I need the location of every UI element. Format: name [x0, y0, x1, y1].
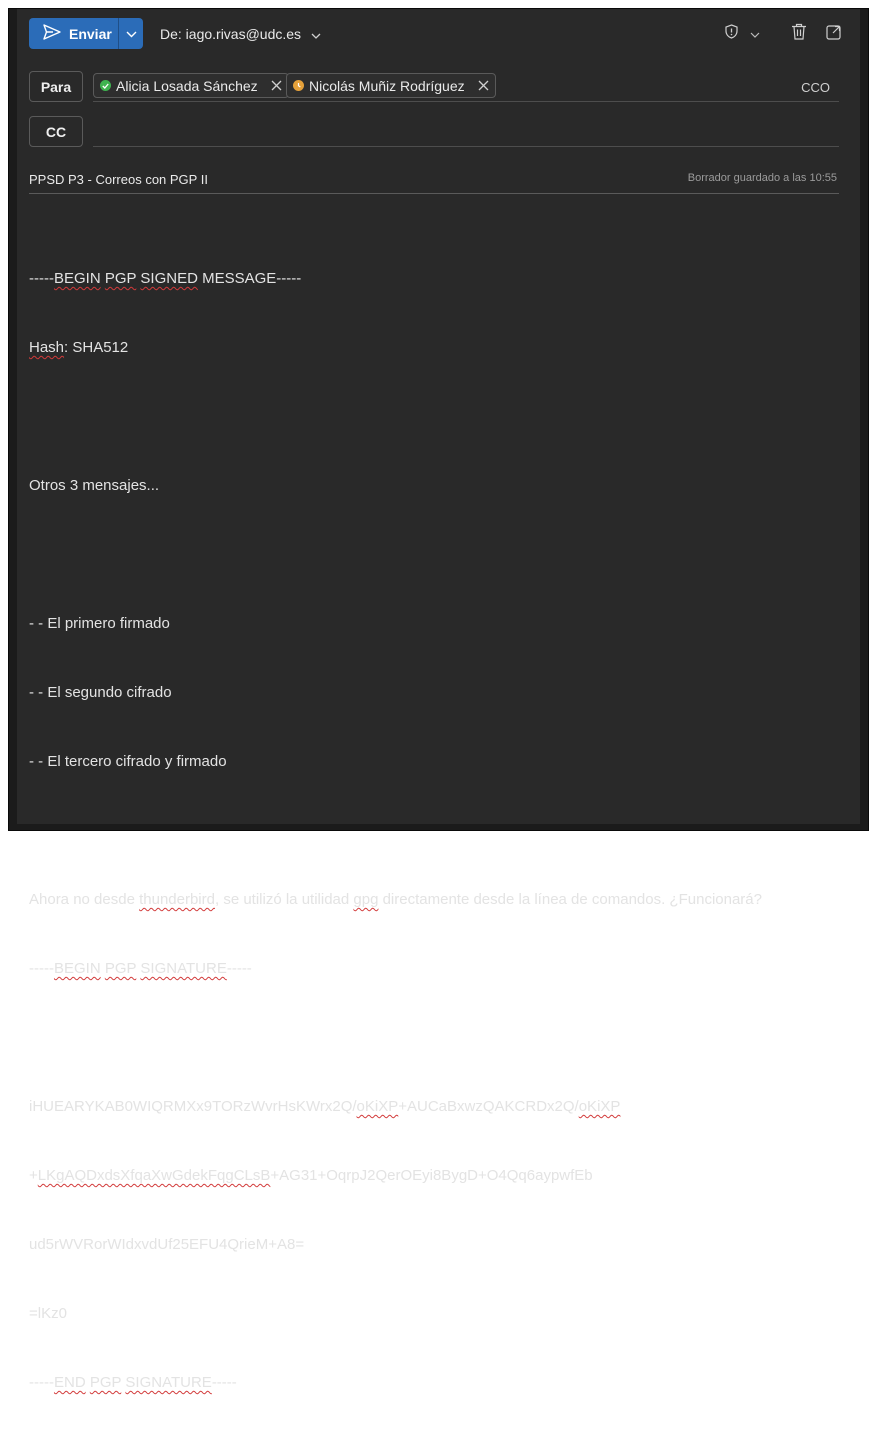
misspelled-word: oKiXP — [356, 1098, 399, 1115]
misspelled-word: SIGNED — [140, 270, 198, 287]
send-icon — [43, 24, 61, 43]
chevron-down-icon — [750, 25, 760, 43]
body-text: Ahora no desde — [29, 891, 140, 908]
remove-recipient-button[interactable] — [478, 80, 489, 91]
subject-underline — [29, 193, 839, 194]
body-line-empty — [29, 1026, 839, 1049]
misspelled-word: SIGNATURE — [125, 1374, 212, 1391]
to-button[interactable]: Para — [29, 71, 83, 102]
recipient-chip[interactable]: Nicolás Muñiz Rodríguez — [286, 73, 496, 98]
popout-button[interactable] — [824, 23, 844, 45]
body-line-empty — [29, 819, 839, 842]
misspelled-word: END — [53, 1374, 86, 1391]
recipient-chip[interactable]: Alicia Losada Sánchez — [93, 73, 289, 98]
misspelled-word: PGP — [104, 960, 137, 977]
body-line: Otros 3 mensajes... — [29, 477, 160, 494]
from-selector[interactable]: De: iago.rivas@udc.es — [160, 26, 321, 42]
misspelled-word: PGP — [104, 270, 137, 287]
from-label: De: iago.rivas@udc.es — [160, 26, 302, 42]
body-text: ----- — [29, 1374, 54, 1391]
misspelled-word: LKgAQDxdsXfqaXwGdekFqgCLsB — [37, 1167, 271, 1184]
body-text: ----- — [276, 270, 302, 287]
misspelled-word: thunderbird — [139, 891, 215, 908]
misspelled-word: BEGIN — [53, 960, 101, 977]
body-line: - - El segundo cifrado — [29, 684, 172, 701]
body-text: +AG31+OqrpJ2QerOEyi8BygD+O4Qq6aypwfEb — [270, 1167, 593, 1184]
send-label: Enviar — [69, 25, 112, 42]
chevron-down-icon — [311, 26, 321, 42]
body-text: ----- — [29, 960, 54, 977]
discard-button[interactable] — [788, 23, 810, 45]
body-line: - - El tercero cifrado y firmado — [29, 753, 227, 770]
body-text: ----- — [226, 960, 252, 977]
body-text: : SHA512 — [64, 339, 129, 356]
body-line: Ahora no desde thunderbird, se utilizó l… — [29, 888, 839, 911]
misspelled-word: PGP — [89, 1374, 122, 1391]
body-text: iHUEARYKAB0WIQRMXx9TORzWvrHsKWrx2Q/ — [29, 1098, 357, 1115]
subject-input[interactable]: PPSD P3 - Correos con PGP II — [29, 172, 208, 187]
compose-toolbar: Enviar De: iago.rivas@udc.es — [17, 9, 860, 57]
message-body-editor[interactable]: -----BEGIN PGP SIGNED MESSAGE----- Hash:… — [29, 221, 839, 1440]
body-line: ud5rWVRorWIdxvdUf25EFU4QrieM+A8= — [29, 1236, 305, 1253]
send-options-button[interactable] — [119, 18, 143, 49]
body-text: ----- — [211, 1374, 237, 1391]
trash-icon — [791, 23, 807, 45]
body-text: ----- — [29, 270, 54, 287]
body-line-empty — [29, 405, 839, 428]
chevron-down-icon — [126, 25, 137, 43]
mail-window: Enviar De: iago.rivas@udc.es Para Alicia… — [8, 8, 869, 1391]
shield-icon — [724, 24, 738, 44]
misspelled-word: Hash — [29, 339, 65, 356]
send-button[interactable]: Enviar — [29, 18, 119, 49]
body-text: MESSAGE — [202, 270, 277, 287]
body-line: -----BEGIN PGP SIGNED MESSAGE----- — [29, 267, 839, 290]
body-text: , se utilizó la utilidad — [214, 891, 354, 908]
misspelled-word: gpg — [353, 891, 379, 908]
remove-recipient-button[interactable] — [271, 80, 282, 91]
sensitivity-dropdown[interactable] — [740, 23, 770, 45]
body-line-empty — [29, 543, 839, 566]
misspelled-word: oKiXP — [578, 1098, 621, 1115]
cc-button[interactable]: CC — [29, 116, 83, 147]
body-text: directamente desde la línea de comandos.… — [378, 891, 762, 908]
bcc-button[interactable]: CCO — [801, 80, 830, 95]
body-text: +AUCaBxwzQAKCRDx2Q/ — [398, 1098, 579, 1115]
send-button-group: Enviar — [29, 18, 143, 49]
compose-pane: Enviar De: iago.rivas@udc.es Para Alicia… — [17, 9, 860, 1391]
cc-field-underline[interactable] — [93, 146, 839, 147]
recipient-name: Alicia Losada Sánchez — [116, 77, 258, 94]
misspelled-word: BEGIN — [53, 270, 101, 287]
body-line: - - El primero firmado — [29, 615, 170, 632]
misspelled-word: SIGNATURE — [140, 960, 227, 977]
recipient-name: Nicolás Muñiz Rodríguez — [309, 77, 465, 94]
body-line: Hash: SHA512 — [29, 336, 839, 359]
body-line: -----BEGIN PGP SIGNATURE----- — [29, 957, 839, 980]
to-field-underline[interactable] — [93, 101, 839, 102]
sensitivity-button[interactable] — [722, 23, 740, 45]
available-status-icon — [100, 80, 111, 91]
draft-saved-status: Borrador guardado a las 10:55 — [687, 172, 837, 184]
body-line: =lKz0 — [29, 1305, 67, 1322]
away-status-icon — [293, 80, 304, 91]
body-line: -----END PGP SIGNATURE----- — [29, 1371, 839, 1394]
body-text: + — [29, 1167, 38, 1184]
popout-icon — [826, 24, 842, 45]
body-line: iHUEARYKAB0WIQRMXx9TORzWvrHsKWrx2Q/oKiXP… — [29, 1095, 839, 1118]
toolbar-actions — [722, 23, 844, 45]
body-line: +LKgAQDxdsXfqaXwGdekFqgCLsB+AG31+OqrpJ2Q… — [29, 1164, 839, 1187]
